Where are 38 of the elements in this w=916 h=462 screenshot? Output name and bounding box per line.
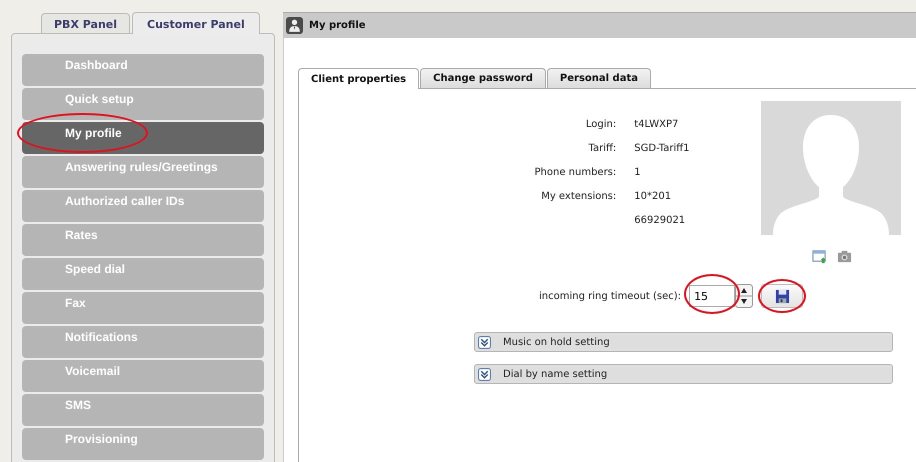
- field-label: Login:: [584, 118, 616, 131]
- field-value: SGD-Tariff1: [634, 142, 690, 155]
- field-label: Tariff:: [588, 142, 616, 155]
- number-input[interactable]: 15: [689, 285, 736, 307]
- nav-item[interactable]: SMS: [22, 394, 264, 426]
- image-upload-icon[interactable]: [812, 249, 827, 264]
- section-title: Music on hold setting: [503, 336, 610, 348]
- tab[interactable]: Personal data: [546, 68, 651, 88]
- field-value: 1: [634, 166, 642, 179]
- section-title: Dial by name setting: [503, 368, 608, 380]
- nav-item[interactable]: Answering rules/Greetings: [22, 156, 264, 188]
- camera-icon[interactable]: [837, 249, 852, 264]
- nav-item[interactable]: Speed dial: [22, 258, 264, 290]
- field-value: 10*201: [634, 190, 672, 203]
- collapsible-section[interactable]: Dial by name setting: [474, 364, 893, 384]
- nav-item[interactable]: Authorized caller IDs: [22, 190, 264, 222]
- spinner-arrows-icon[interactable]: [735, 284, 754, 308]
- save-button[interactable]: [761, 284, 804, 308]
- nav-item[interactable]: My profile: [22, 122, 264, 154]
- nav-item[interactable]: Voicemail: [22, 360, 264, 392]
- collapsible-section[interactable]: Music on hold setting: [474, 332, 893, 352]
- panel-tab[interactable]: Customer Panel: [132, 12, 260, 34]
- nav-item[interactable]: Provisioning: [22, 428, 264, 460]
- tab[interactable]: Client properties: [298, 68, 420, 89]
- field-value: 66929021: [634, 214, 686, 227]
- window-title: My profile: [309, 20, 366, 31]
- nav-item[interactable]: Dashboard: [22, 54, 264, 86]
- panel-tab[interactable]: PBX Panel: [41, 13, 130, 33]
- field-label: My extensions:: [540, 190, 616, 203]
- user-icon: [286, 17, 303, 34]
- nav-item[interactable]: Notifications: [22, 326, 264, 358]
- nav-item[interactable]: Rates: [22, 224, 264, 256]
- field-label: Phone numbers:: [534, 166, 616, 179]
- field-label: incoming ring timeout (sec):: [539, 290, 682, 302]
- nav-item[interactable]: Quick setup: [22, 88, 264, 120]
- tab[interactable]: Change password: [420, 68, 546, 88]
- nav-item[interactable]: Fax: [22, 292, 264, 324]
- field-value: t4LWXP7: [634, 118, 680, 131]
